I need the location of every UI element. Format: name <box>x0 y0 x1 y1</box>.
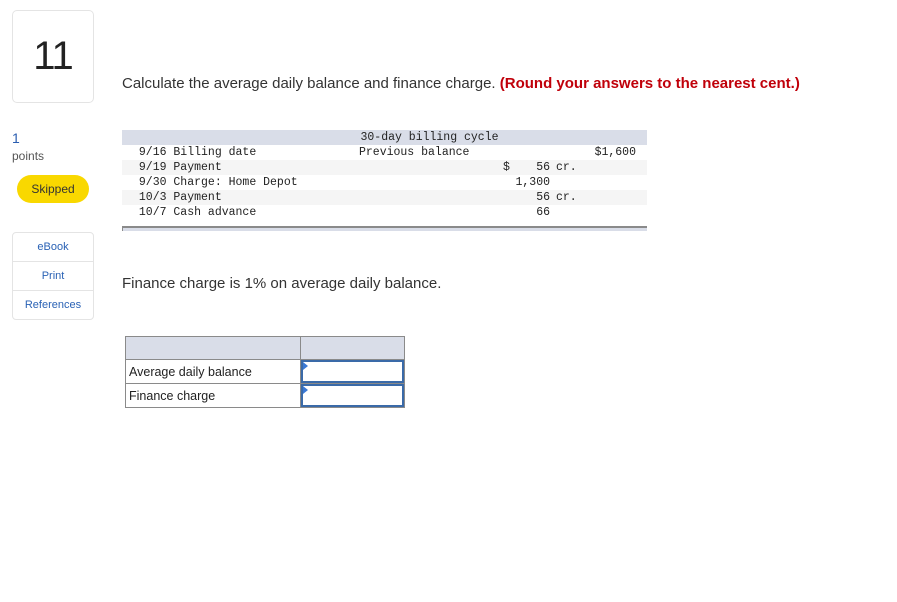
billing-row-amount: 56 <box>536 191 550 204</box>
billing-row: 9/30 Charge: Home Depot 1,300 <box>122 175 647 190</box>
print-link[interactable]: Print <box>13 262 93 291</box>
billing-row-currency: $ <box>503 161 510 174</box>
header-cell-label <box>125 336 301 360</box>
billing-table-footer <box>122 226 647 231</box>
resources-panel: eBook Print References <box>12 232 94 320</box>
instructions: Calculate the average daily balance and … <box>122 75 800 92</box>
billing-row-credit: cr. <box>556 191 577 204</box>
references-link[interactable]: References <box>13 291 93 319</box>
answer-row-finance-charge: Finance charge <box>125 383 405 408</box>
billing-row-description: 10/3 Payment <box>132 191 222 204</box>
billing-row-description: 9/30 Charge: Home Depot <box>132 176 298 189</box>
points-value: 1 <box>12 130 20 146</box>
billing-row-description: 9/16 Billing date <box>132 146 257 159</box>
billing-row: 10/7 Cash advance 66 <box>122 205 647 220</box>
billing-row-credit: cr. <box>556 161 577 174</box>
question-number: 11 <box>12 10 94 103</box>
billing-row-balance: $1,600 <box>594 146 636 159</box>
input-flag-icon <box>303 386 308 394</box>
answer-table: Average daily balance Finance charge <box>125 336 405 408</box>
average-daily-balance-label: Average daily balance <box>125 359 301 384</box>
points-label: points <box>12 149 45 163</box>
billing-cycle-table: 30-day billing cycle 9/16 Billing date Pr… <box>122 130 647 231</box>
billing-row-note: Previous balance <box>359 146 470 159</box>
billing-row-amount: 1,300 <box>515 176 550 189</box>
answer-row-average-daily-balance: Average daily balance <box>125 359 405 384</box>
finance-note: Finance charge is 1% on average daily ba… <box>122 275 442 292</box>
billing-row-amount: 66 <box>536 206 550 219</box>
billing-row-description: 10/7 Cash advance <box>132 206 257 219</box>
billing-row: 9/16 Billing date Previous balance $1,600 <box>122 145 647 160</box>
billing-row-amount: 56 <box>536 161 550 174</box>
finance-charge-input[interactable] <box>301 384 404 407</box>
average-daily-balance-input[interactable] <box>301 360 404 383</box>
billing-row-description: 9/19 Payment <box>132 161 222 174</box>
instructions-emphasis: (Round your answers to the nearest cent.… <box>499 75 800 92</box>
billing-title: 30-day billing cycle <box>122 130 647 145</box>
ebook-link[interactable]: eBook <box>13 233 93 262</box>
instructions-text: Calculate the average daily balance and … <box>122 75 496 92</box>
average-daily-balance-cell <box>300 359 405 384</box>
billing-row: 9/19 Payment $56 cr. <box>122 160 647 175</box>
billing-row: 10/3 Payment 56 cr. <box>122 190 647 205</box>
input-flag-icon <box>303 362 308 370</box>
answer-table-header <box>125 336 405 360</box>
finance-charge-cell <box>300 383 405 408</box>
status-badge: Skipped <box>17 175 89 203</box>
header-cell-value <box>300 336 405 360</box>
finance-charge-label: Finance charge <box>125 383 301 408</box>
